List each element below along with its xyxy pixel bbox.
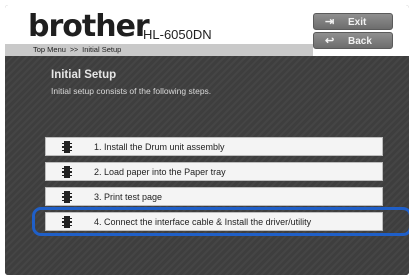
page-subtitle: Initial setup consists of the following … <box>51 86 212 96</box>
film-icon <box>62 166 72 178</box>
film-icon <box>62 191 72 203</box>
step-2-button[interactable]: 2. Load paper into the Paper tray <box>45 162 383 181</box>
exit-door-icon: ⇥ <box>325 16 335 28</box>
exit-button[interactable]: ⇥ Exit <box>313 13 393 30</box>
step-1-button[interactable]: 1. Install the Drum unit assembly <box>45 137 383 156</box>
page-title: Initial Setup <box>51 69 117 81</box>
step-3-label: 3. Print test page <box>94 192 163 202</box>
breadcrumb-bar: Top Menu >> Initial Setup <box>5 44 313 56</box>
breadcrumb-top-menu[interactable]: Top Menu <box>33 45 66 54</box>
breadcrumb-current: Initial Setup <box>82 45 122 54</box>
brand-logo: brother <box>28 9 150 44</box>
exit-button-label: Exit <box>348 17 367 28</box>
step-1-label: 1. Install the Drum unit assembly <box>94 142 225 152</box>
step-3-button[interactable]: 3. Print test page <box>45 187 383 206</box>
setup-panel: brother HL-6050DN Top Menu >> Initial Setu… <box>5 5 409 275</box>
back-button-label: Back <box>348 36 372 47</box>
main-content: Initial Setup Initial setup consists of … <box>5 56 409 275</box>
header: brother HL-6050DN Top Menu >> Initial Setu… <box>5 5 409 56</box>
step-4-highlight-outline <box>32 207 409 236</box>
back-button[interactable]: ↩ Back <box>313 32 393 49</box>
film-icon <box>62 141 72 153</box>
step-2-label: 2. Load paper into the Paper tray <box>94 167 226 177</box>
window: brother HL-6050DN Top Menu >> Initial Setu… <box>0 0 414 280</box>
model-name: HL-6050DN <box>143 27 212 42</box>
breadcrumb-separator: >> <box>69 47 79 54</box>
back-arrow-icon: ↩ <box>325 35 335 47</box>
